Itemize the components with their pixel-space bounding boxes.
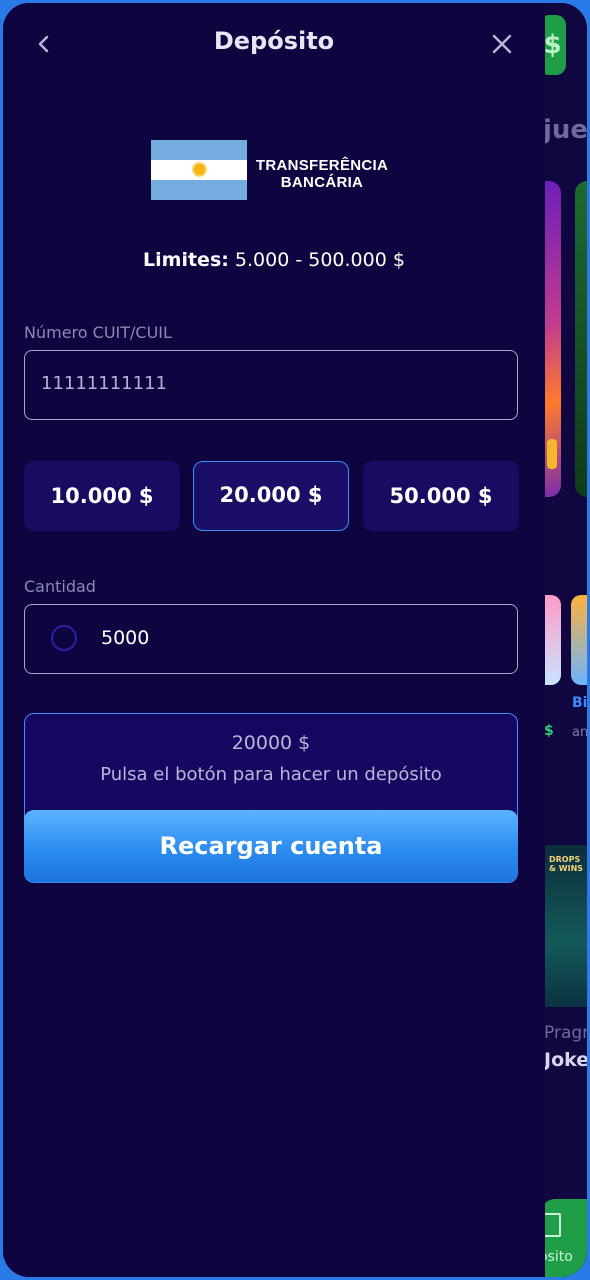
summary-amount: 20000 $ bbox=[231, 732, 311, 754]
close-icon bbox=[492, 34, 512, 54]
page-title: Depósito bbox=[213, 27, 335, 55]
limits-text: Limites: 5.000 - 500.000 $ bbox=[3, 249, 545, 271]
amount-label: Cantidad bbox=[24, 577, 96, 596]
dollar-icon: $ bbox=[543, 30, 562, 60]
cuit-label: Número CUIT/CUIL bbox=[24, 323, 172, 342]
summary-hint: Pulsa el botón para hacer un depósito bbox=[100, 764, 442, 785]
method-label-line2: BANCÁRIA bbox=[280, 174, 364, 191]
background-game-provider: an bbox=[572, 725, 587, 740]
deposit-panel: Depósito TRANSFERÊNCIA BANCÁRIA Limites:… bbox=[3, 3, 545, 1277]
device-screen: $ jue Bi an $ DROPS & WINS Pragr Joke ós… bbox=[3, 3, 587, 1277]
limits-value: 5.000 - 500.000 $ bbox=[234, 249, 405, 271]
amount-input[interactable]: 5000 bbox=[24, 604, 518, 674]
close-button[interactable] bbox=[487, 29, 517, 59]
background-game-card[interactable] bbox=[543, 181, 561, 497]
background-game-provider: Pragr bbox=[544, 1023, 587, 1043]
cuit-input[interactable]: 11111111111 bbox=[24, 350, 518, 420]
limits-label: Limites: bbox=[143, 249, 229, 271]
method-label-line1: TRANSFERÊNCIA bbox=[255, 157, 389, 174]
argentina-flag-icon bbox=[151, 140, 247, 200]
background-game-title: Bi bbox=[572, 695, 587, 711]
wallet-icon bbox=[543, 1213, 561, 1237]
quick-amount-20000[interactable]: 20.000 $ bbox=[193, 461, 349, 531]
background-game-card[interactable] bbox=[575, 181, 587, 497]
amount-input-value: 5000 bbox=[101, 627, 150, 649]
background-dollar: $ bbox=[544, 723, 554, 739]
background-game-title: Joke bbox=[544, 1049, 587, 1071]
quick-amount-10000[interactable]: 10.000 $ bbox=[24, 461, 180, 531]
background-bottom-deposit-tab[interactable]: ósito bbox=[539, 1199, 587, 1277]
background-game-thumb[interactable] bbox=[543, 595, 561, 685]
payment-method-label: TRANSFERÊNCIA BANCÁRIA bbox=[251, 157, 393, 191]
background-game-thumb[interactable] bbox=[571, 595, 587, 685]
cuit-input-value: 11111111111 bbox=[41, 373, 167, 394]
recharge-account-button[interactable]: Recargar cuenta bbox=[24, 810, 518, 882]
currency-radio-icon[interactable] bbox=[51, 625, 77, 651]
drops-wins-badge: DROPS & WINS bbox=[549, 855, 584, 873]
background-section-title: jue bbox=[543, 115, 587, 145]
quick-amount-50000[interactable]: 50.000 $ bbox=[363, 461, 519, 531]
